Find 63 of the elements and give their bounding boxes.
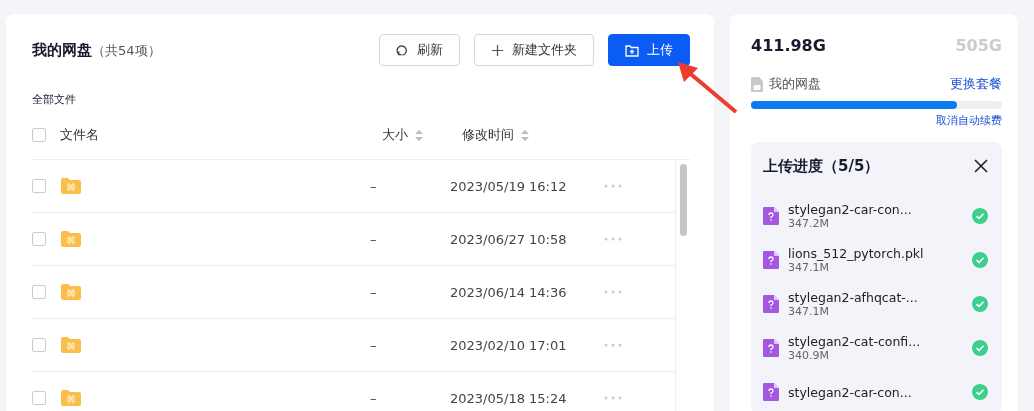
plus-icon — [491, 43, 504, 57]
folder-icon — [61, 284, 81, 300]
date-cell-text: 2023/02/10 17:01 — [450, 337, 568, 353]
size-cell-text: – — [370, 337, 378, 353]
row-checkbox[interactable] — [32, 391, 46, 405]
file-name: lions_512_pytorch.pkl — [788, 246, 925, 261]
unknown-file-icon — [763, 383, 779, 401]
folder-icon — [61, 231, 81, 247]
row-checkbox[interactable] — [32, 232, 46, 246]
scrollbar[interactable] — [679, 164, 687, 236]
date-cell-text: 2023/06/27 10:58 — [450, 231, 568, 247]
upload-button[interactable]: 上传 — [608, 34, 690, 66]
more-icon[interactable] — [604, 184, 622, 188]
file-size: 340.9M — [788, 349, 830, 362]
more-icon[interactable] — [604, 343, 622, 347]
refresh-icon — [396, 43, 409, 57]
size-cell-text: – — [370, 390, 378, 406]
date-cell-text: 2023/06/14 14:36 — [450, 284, 568, 300]
unknown-file-icon — [763, 339, 779, 357]
unknown-file-icon — [763, 295, 779, 313]
column-header[interactable]: 文件名 — [60, 126, 382, 144]
arrow-icon — [676, 60, 740, 114]
breadcrumb: 全部文件 — [32, 92, 77, 107]
file-size: 347.1M — [788, 261, 830, 274]
unknown-file-icon — [763, 251, 779, 269]
row-checkbox[interactable] — [32, 285, 46, 299]
row-checkbox[interactable] — [32, 338, 46, 352]
file-size: 347.1M — [788, 305, 830, 318]
more-icon[interactable] — [604, 237, 622, 241]
new-folder-button[interactable]: 新建文件夹 — [474, 34, 594, 66]
file-name: stylegan2-afhqcat-... — [788, 290, 919, 305]
file-icon — [751, 76, 763, 92]
cancel-renewal-link[interactable]: 取消自动续费 — [936, 113, 1002, 128]
folder-upload-icon — [625, 43, 639, 57]
folder-icon — [61, 390, 81, 406]
column-header[interactable]: 大小 — [382, 126, 462, 144]
panel-title: 我的网盘 — [32, 41, 92, 59]
folder-icon — [61, 178, 81, 194]
file-name: stylegan2-cat-confi... — [788, 334, 922, 349]
date-cell-text: 2023/05/18 15:24 — [450, 390, 568, 406]
close-icon[interactable] — [974, 159, 988, 173]
item-count: （共54项） — [92, 43, 161, 58]
refresh-button[interactable]: 刷新 — [379, 34, 460, 66]
size-cell-text: – — [370, 178, 378, 194]
file-name: stylegan2-car-con... — [788, 384, 913, 400]
change-plan-link[interactable]: 更换套餐 — [950, 75, 1002, 93]
more-icon[interactable] — [604, 396, 622, 400]
size-cell-text: – — [370, 231, 378, 247]
storage-label: 我的网盘 — [769, 75, 821, 93]
sort-icon[interactable] — [521, 129, 529, 141]
column-header[interactable]: 修改时间 — [462, 126, 529, 144]
unknown-file-icon — [763, 207, 779, 225]
folder-icon — [61, 337, 81, 353]
used-space: 411.98G — [751, 36, 826, 55]
file-name: stylegan2-car-con... — [788, 202, 913, 217]
file-size: 347.2M — [788, 217, 830, 230]
date-cell-text: 2023/05/19 16:12 — [450, 178, 568, 194]
size-cell-text: – — [370, 284, 378, 300]
more-icon[interactable] — [604, 290, 622, 294]
upload-title: 上传进度（5/5） — [763, 156, 880, 176]
select-all-checkbox[interactable] — [32, 128, 46, 142]
row-checkbox[interactable] — [32, 179, 46, 193]
sort-icon[interactable] — [415, 129, 423, 141]
